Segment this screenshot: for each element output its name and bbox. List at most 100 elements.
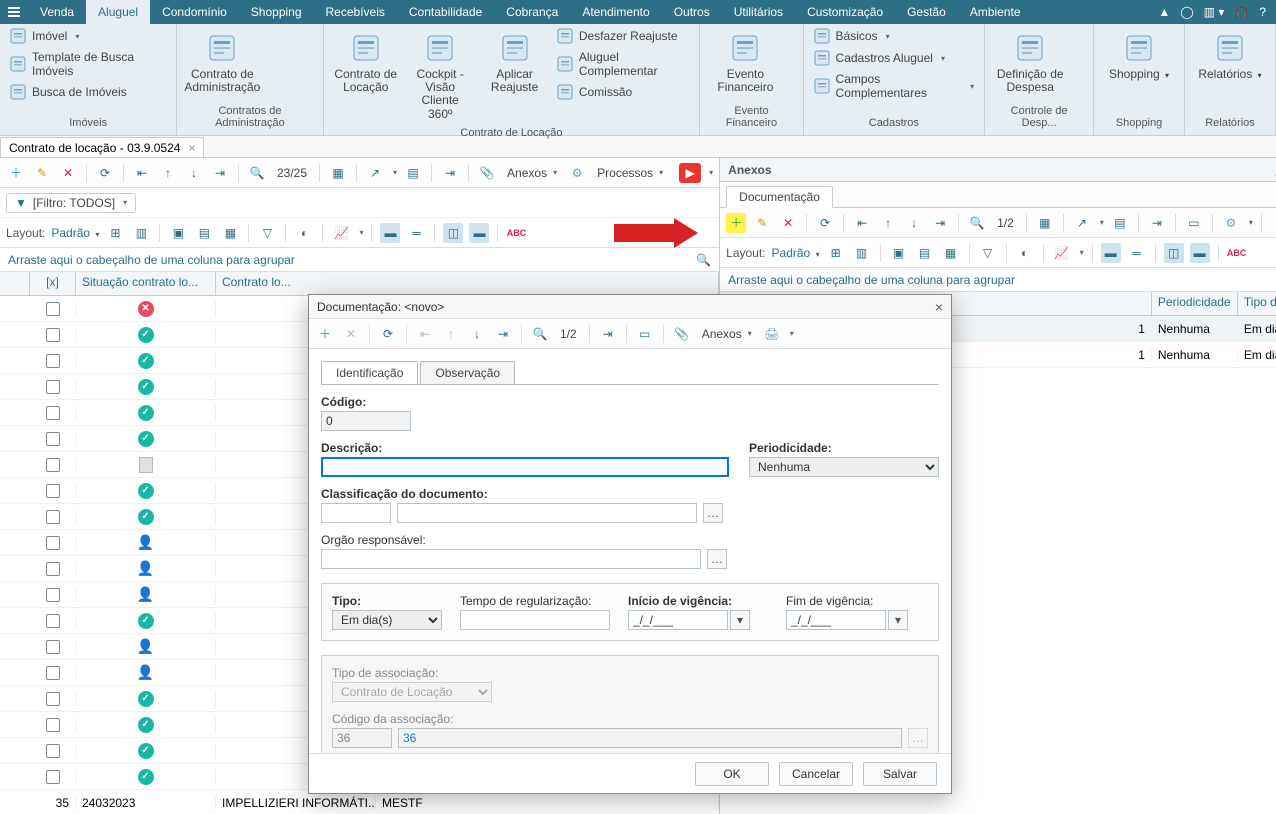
chart-icon[interactable]: 📈	[1052, 243, 1072, 263]
ribbon-link[interactable]: Aluguel Complementar	[557, 50, 690, 78]
col-contrato[interactable]: Contrato lo...	[216, 272, 719, 295]
tipo-select[interactable]: Em dia(s)	[332, 610, 442, 630]
document-tab[interactable]: Contrato de locação - 03.9.0524 ×	[0, 137, 204, 157]
row-checkbox[interactable]	[46, 614, 60, 628]
layout-opt2-icon[interactable]: ▤	[194, 223, 214, 243]
grid-icon[interactable]: ▤	[1110, 213, 1130, 233]
layout-opt2-icon[interactable]: ▤	[915, 243, 935, 263]
edit-icon[interactable]: ✎	[752, 213, 772, 233]
salvar-button[interactable]: Salvar	[863, 762, 937, 786]
refresh-icon[interactable]: ⟳	[378, 324, 398, 344]
row-checkbox[interactable]	[46, 380, 60, 394]
inicio-vigencia-field[interactable]	[628, 610, 728, 630]
lookup-button[interactable]: …	[703, 503, 723, 523]
abc-icon[interactable]: ABC	[1227, 243, 1247, 263]
group-drop-area-right[interactable]: Arraste aqui o cabeçalho de uma coluna p…	[720, 268, 1276, 292]
delete-icon[interactable]: ✕	[58, 163, 78, 183]
periodicidade-select[interactable]: Nenhuma	[749, 457, 939, 477]
calendar-icon[interactable]: ▾	[730, 610, 750, 630]
classificacao-desc-field[interactable]	[397, 503, 697, 523]
indent-icon[interactable]: ⇥	[1147, 213, 1167, 233]
group-drop-area-left[interactable]: Arraste aqui o cabeçalho de uma coluna p…	[0, 248, 719, 272]
layout-opt1-icon[interactable]: ▣	[889, 243, 909, 263]
view1-icon[interactable]: ▬	[380, 223, 400, 243]
row-checkbox[interactable]	[46, 302, 60, 316]
row-checkbox[interactable]	[46, 770, 60, 784]
row-checkbox[interactable]	[46, 588, 60, 602]
tab-observacao[interactable]: Observação	[420, 361, 515, 384]
menu-shopping[interactable]: Shopping	[239, 0, 314, 24]
print-icon[interactable]: 🖨	[762, 324, 782, 344]
layout-opt3-icon[interactable]: ▦	[220, 223, 240, 243]
up-icon[interactable]: ↑	[878, 213, 898, 233]
menu-aluguel[interactable]: Aluguel	[86, 0, 150, 24]
tab-documentacao[interactable]: Documentação	[726, 186, 833, 208]
row-checkbox[interactable]	[46, 536, 60, 550]
row-checkbox[interactable]	[46, 510, 60, 524]
first-icon[interactable]: ⇤	[852, 213, 872, 233]
view2-icon[interactable]: ═	[1127, 243, 1147, 263]
lookup-button[interactable]: …	[707, 549, 727, 569]
calendar-icon[interactable]: ▾	[888, 610, 908, 630]
ribbon-link[interactable]: Desfazer Reajuste	[557, 28, 690, 44]
ribbon-big-button[interactable]: Shopping ▾	[1104, 28, 1174, 85]
menu-contabilidade[interactable]: Contabilidade	[397, 0, 494, 24]
layout-icon[interactable]: ▥ ▾	[1204, 5, 1225, 19]
row-checkbox[interactable]	[46, 666, 60, 680]
menu-recebíveis[interactable]: Recebíveis	[314, 0, 397, 24]
ribbon-link[interactable]: Comissão	[557, 84, 690, 100]
chart-icon[interactable]: 📈	[331, 223, 351, 243]
clip-icon[interactable]: 📎	[672, 324, 692, 344]
layout-opt4-icon[interactable]: ▽	[257, 223, 277, 243]
delete-icon[interactable]: ✕	[778, 213, 798, 233]
refresh-icon[interactable]: ⟳	[95, 163, 115, 183]
col-situacao[interactable]: Situação contrato lo...	[76, 272, 216, 295]
gear-icon[interactable]: ⚙	[567, 163, 587, 183]
view4-icon[interactable]: ▬	[469, 223, 489, 243]
layout-opt3-icon[interactable]: ▦	[941, 243, 961, 263]
ribbon-link[interactable]: Básicos▾	[814, 28, 975, 44]
layout-opt4-icon[interactable]: ▽	[978, 243, 998, 263]
row-checkbox[interactable]	[46, 744, 60, 758]
last-icon[interactable]: ⇥	[930, 213, 950, 233]
ribbon-big-button[interactable]: Contrato de Locação	[334, 28, 398, 98]
funnel-icon[interactable]: ▼	[1270, 213, 1276, 233]
globe-icon[interactable]: ◯	[1180, 5, 1193, 19]
tab-identificacao[interactable]: Identificação	[321, 361, 418, 384]
row-checkbox[interactable]	[46, 406, 60, 420]
view4-icon[interactable]: ▬	[1190, 243, 1210, 263]
palette-icon[interactable]: ◐	[1015, 243, 1035, 263]
help-icon[interactable]: ?	[1259, 5, 1266, 19]
menu-utilitários[interactable]: Utilitários	[722, 0, 795, 24]
row-checkbox[interactable]	[46, 562, 60, 576]
columns-icon[interactable]: ▦	[328, 163, 348, 183]
first-icon[interactable]: ⇤	[415, 324, 435, 344]
menu-condomínio[interactable]: Condomínio	[150, 0, 239, 24]
ribbon-link[interactable]: Template de Busca Imóveis	[10, 50, 166, 78]
row-checkbox[interactable]	[46, 432, 60, 446]
palette-icon[interactable]: ◐	[294, 223, 314, 243]
ribbon-big-button[interactable]: Aplicar Reajuste	[482, 28, 546, 98]
last-icon[interactable]: ⇥	[210, 163, 230, 183]
layout-selector[interactable]: Padrão ▾	[772, 246, 820, 260]
close-icon[interactable]: ×	[935, 299, 943, 315]
row-checkbox[interactable]	[46, 640, 60, 654]
ribbon-big-button[interactable]: Evento Financeiro	[710, 28, 780, 98]
chevron-up-icon[interactable]: ▲	[1158, 5, 1170, 19]
fim-vigencia-field[interactable]	[786, 610, 886, 630]
view2-icon[interactable]: ═	[406, 223, 426, 243]
ribbon-big-button[interactable]: Relatórios ▾	[1195, 28, 1265, 85]
ok-button[interactable]: OK	[695, 762, 769, 786]
indent-icon[interactable]: ⇥	[598, 324, 618, 344]
tempo-field[interactable]	[460, 610, 610, 630]
export-icon[interactable]: ↗	[1072, 213, 1092, 233]
ribbon-link[interactable]: Campos Complementares▾	[814, 72, 975, 100]
menu-cobrança[interactable]: Cobrança	[494, 0, 570, 24]
menu-outros[interactable]: Outros	[662, 0, 722, 24]
layout-opt1-icon[interactable]: ▣	[168, 223, 188, 243]
col-periodicidade[interactable]: Periodicidade	[1152, 292, 1238, 315]
export-icon[interactable]: ↗	[365, 163, 385, 183]
layout-add-icon[interactable]: ⊞	[826, 243, 846, 263]
search-icon[interactable]: 🔍	[530, 324, 550, 344]
layout-add-icon[interactable]: ⊞	[105, 223, 125, 243]
